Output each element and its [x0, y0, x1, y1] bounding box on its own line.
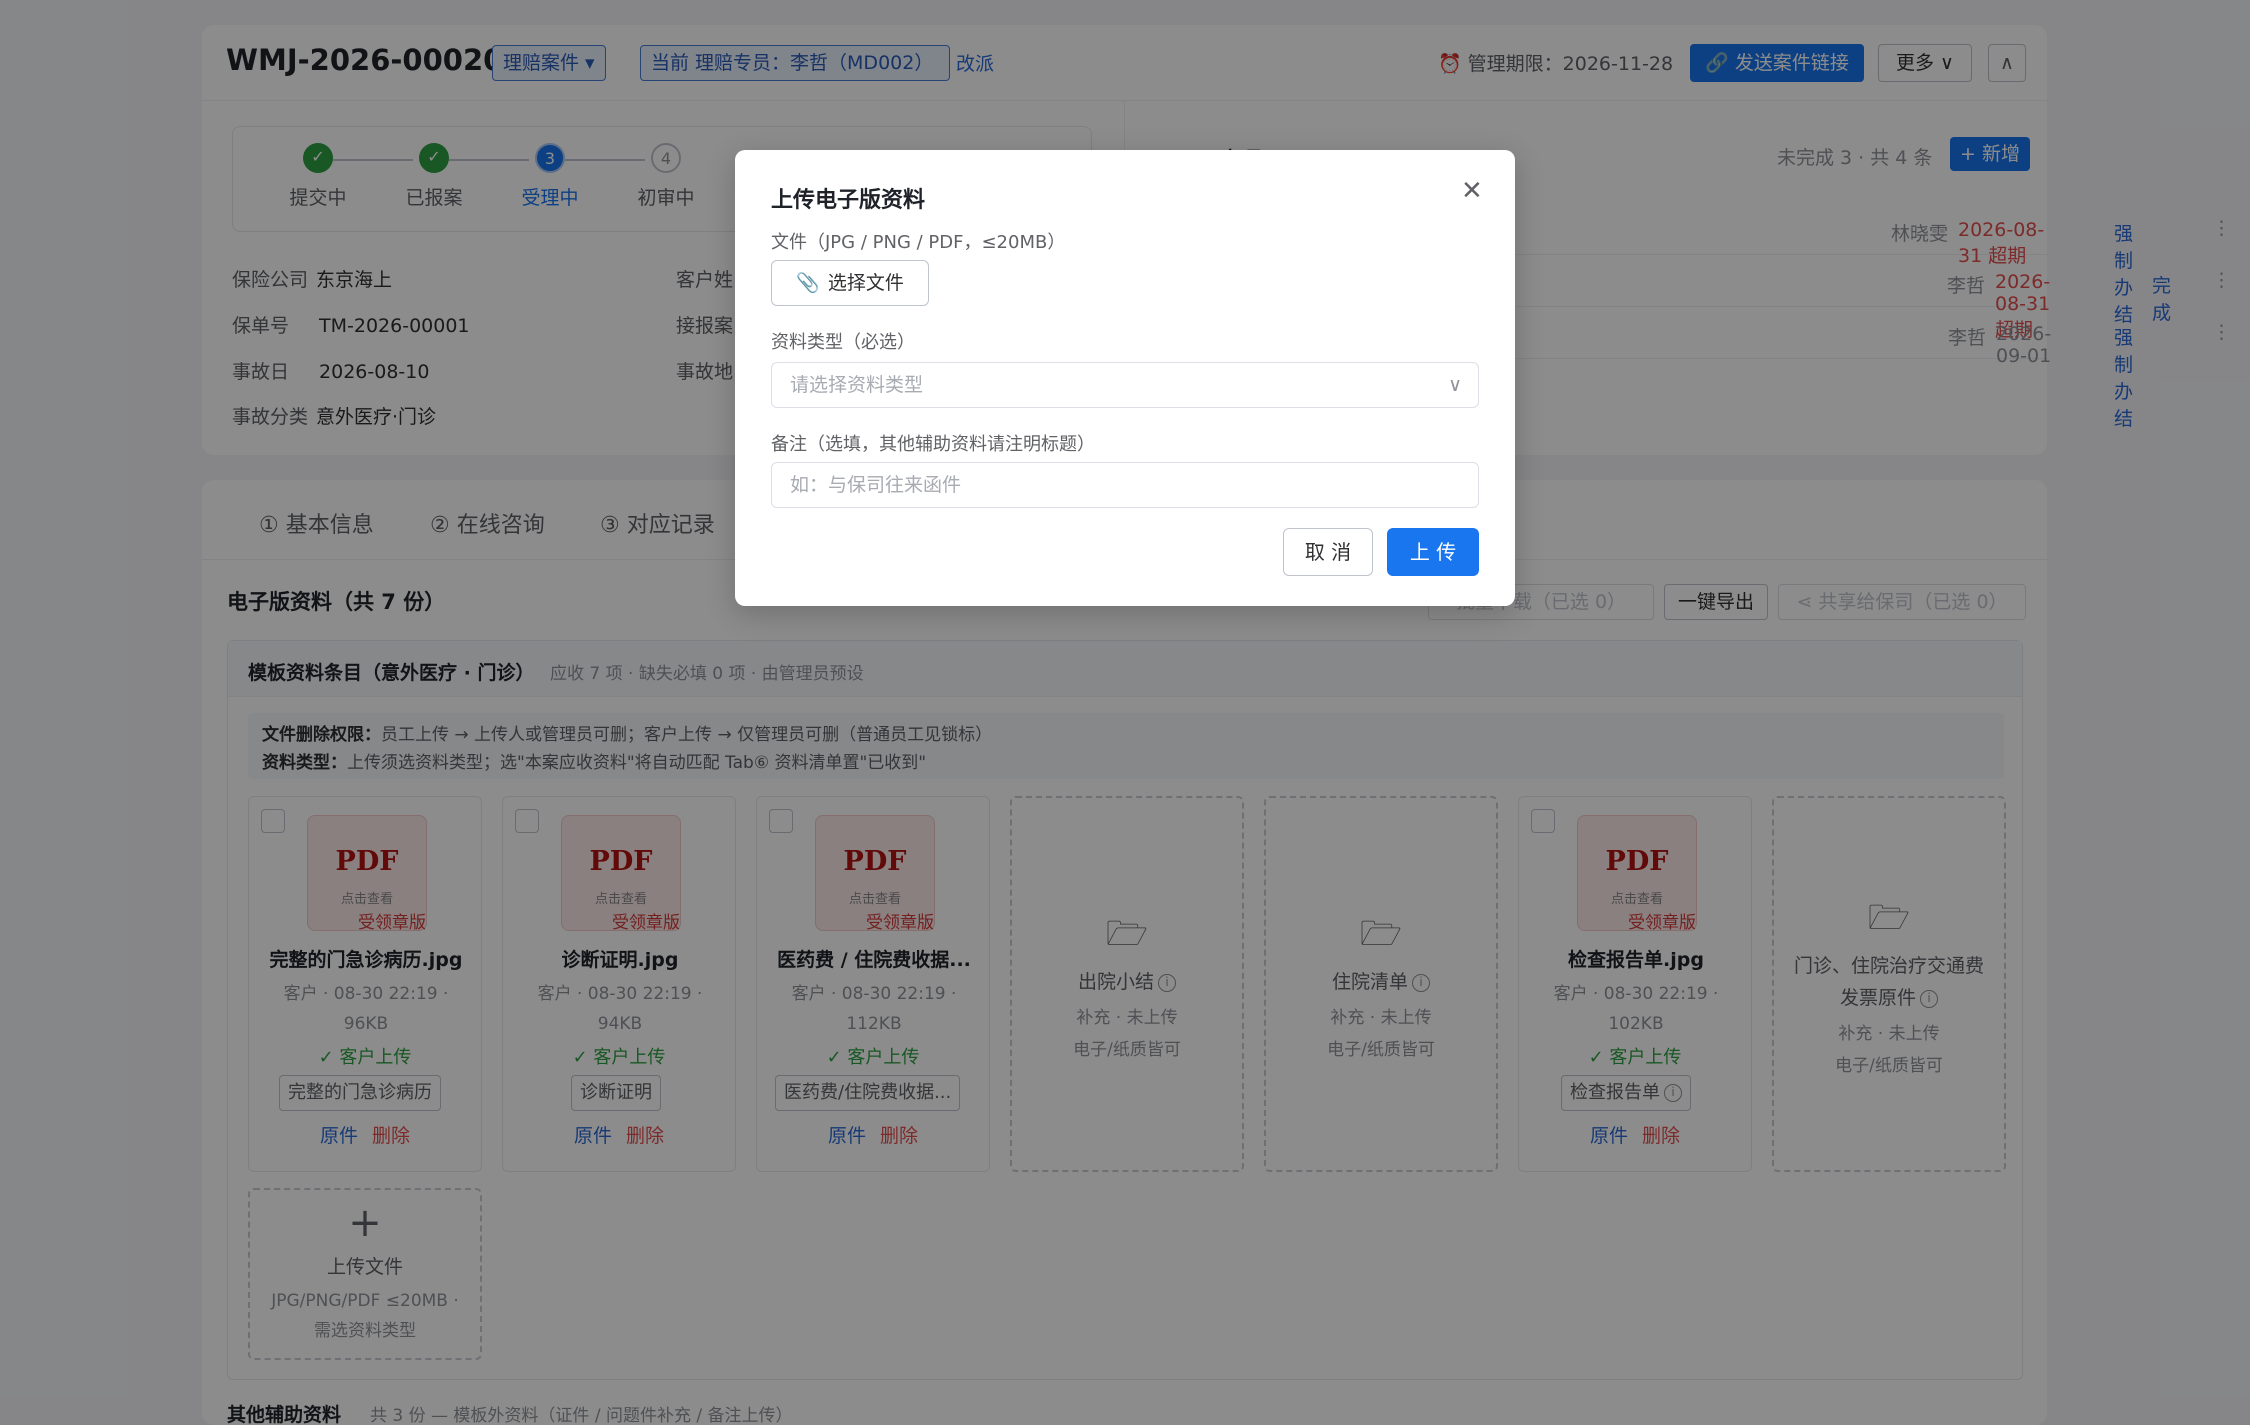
dialog-title: 上传电子版资料: [771, 188, 926, 213]
upload-dialog: 上传电子版资料 ✕ 文件（JPG / PNG / PDF，≤20MB） 📎 选择文…: [735, 150, 1515, 606]
file-label: 文件（JPG / PNG / PDF，≤20MB）: [771, 232, 1066, 253]
choose-file-label: 选择文件: [827, 272, 904, 294]
modal-overlay[interactable]: 上传电子版资料 ✕ 文件（JPG / PNG / PDF，≤20MB） 📎 选择文…: [0, 0, 2250, 1425]
note-label: 备注（选填，其他辅助资料请注明标题）: [771, 434, 1095, 455]
upload-button[interactable]: 上 传: [1387, 528, 1479, 576]
select-placeholder: 请选择资料类型: [790, 374, 924, 396]
paperclip-icon: 📎: [796, 272, 820, 294]
close-icon[interactable]: ✕: [1461, 176, 1483, 206]
choose-file-button[interactable]: 📎 选择文件: [771, 260, 929, 306]
material-type-select[interactable]: 请选择资料类型 ∨: [771, 362, 1479, 408]
chevron-down-icon: ∨: [1448, 374, 1462, 396]
type-label: 资料类型（必选）: [771, 332, 915, 353]
note-input[interactable]: 如：与保司往来函件: [771, 462, 1479, 508]
cancel-button[interactable]: 取 消: [1283, 528, 1373, 576]
